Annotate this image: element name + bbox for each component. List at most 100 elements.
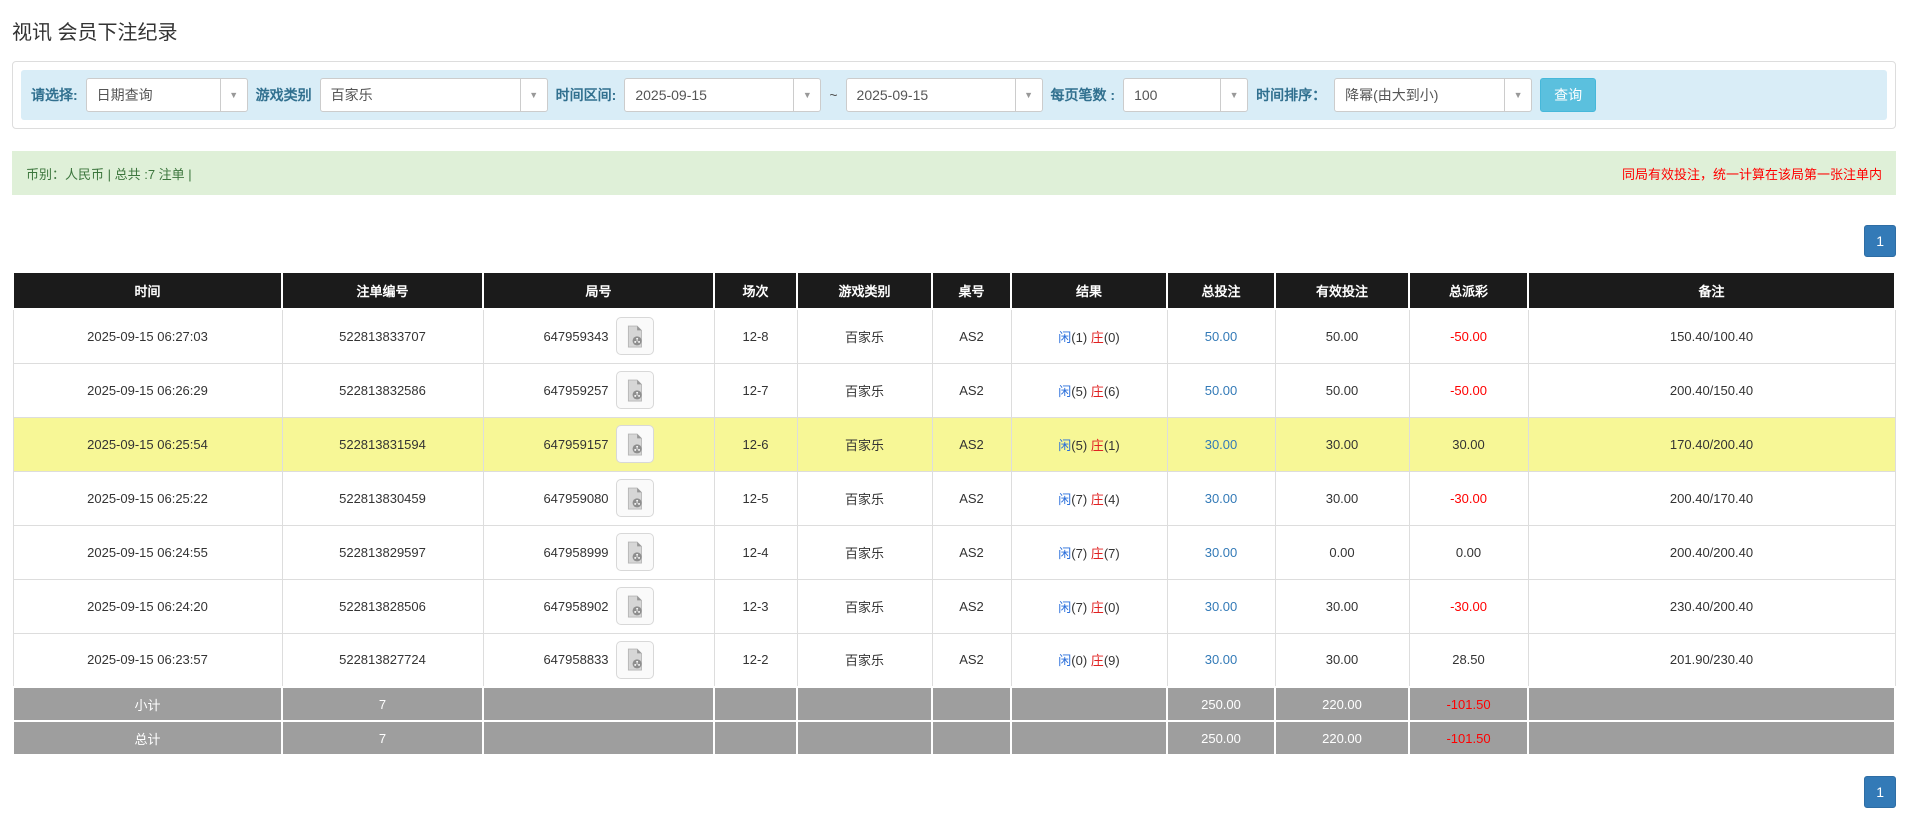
round-id: 647958902: [543, 598, 609, 614]
empty-cell: [482, 686, 715, 722]
summary-valid-bet: 220.00: [1274, 720, 1410, 756]
search-button[interactable]: 查询: [1540, 78, 1597, 112]
banker-score: (9): [1103, 653, 1120, 669]
total-bet-cell[interactable]: 30.00: [1166, 632, 1276, 688]
table-no-cell: AS2: [931, 416, 1012, 472]
payout-cell: -30.00: [1408, 470, 1529, 526]
table-no-cell: AS2: [931, 578, 1012, 634]
banker-label: 庄: [1090, 599, 1104, 615]
bet-id-cell: 522813830459: [281, 470, 484, 526]
valid-bet-cell: 30.00: [1274, 470, 1410, 526]
summary-count: 7: [281, 686, 484, 722]
video-replay-button[interactable]: [615, 371, 654, 409]
game-type-select[interactable]: 百家乐 ▼: [319, 78, 548, 112]
game-type-cell: 百家乐: [796, 524, 933, 580]
empty-cell: [713, 686, 798, 722]
total-bet-cell[interactable]: 30.00: [1166, 416, 1276, 472]
video-replay-button[interactable]: [615, 317, 654, 356]
bet-id-cell: 522813828506: [281, 578, 484, 634]
banker-score: (6): [1103, 383, 1120, 399]
payout-cell: -30.00: [1408, 578, 1529, 634]
total-bet-cell[interactable]: 30.00: [1166, 524, 1276, 580]
column-header: 备注: [1527, 271, 1896, 310]
game-type-value: 百家乐: [330, 87, 373, 103]
page-1-button[interactable]: 1: [1864, 776, 1896, 808]
summary-total-bet: 250.00: [1166, 720, 1276, 756]
payout-cell: 28.50: [1408, 632, 1529, 688]
valid-bet-cell: 0.00: [1274, 524, 1410, 580]
table-row: 2025-09-15 06:23:57 522813827724 647958833…: [12, 632, 1896, 688]
summary-payout: -101.50: [1408, 720, 1529, 756]
round-id-cell: 647958833: [482, 632, 715, 688]
player-label: 闲: [1058, 491, 1072, 507]
time-cell: 2025-09-15 06:26:29: [12, 362, 283, 418]
query-type-select[interactable]: 日期查询 ▼: [85, 78, 248, 112]
valid-bet-cell: 30.00: [1274, 632, 1410, 688]
film-file-icon: [627, 541, 642, 563]
valid-bet-cell: 50.00: [1274, 308, 1410, 364]
table-row: 2025-09-15 06:24:20 522813828506 647958902…: [12, 578, 1896, 634]
round-id-group: 647959343: [543, 317, 654, 356]
empty-cell: [1527, 686, 1896, 722]
table-header: 时间 注单编号 局号 场次 游戏类别 桌号 结果 总投注 有效投注 总派彩 备注: [12, 271, 1896, 310]
date-to-value: 2025-09-15: [856, 87, 929, 103]
range-separator: ~: [829, 87, 838, 103]
banker-score: (4): [1103, 491, 1120, 507]
time-cell: 2025-09-15 06:23:57: [12, 632, 283, 688]
chevron-down-icon: ▼: [219, 79, 247, 111]
empty-cell: [482, 720, 715, 756]
date-to-select[interactable]: 2025-09-15 ▼: [845, 78, 1043, 112]
time-sort-select[interactable]: 降幂(由大到小) ▼: [1334, 78, 1533, 112]
empty-cell: [796, 686, 933, 722]
video-replay-button[interactable]: [615, 640, 654, 679]
bet-id-cell: 522813827724: [281, 632, 484, 688]
video-replay-button[interactable]: [615, 533, 654, 571]
total-bet-cell[interactable]: 50.00: [1166, 308, 1276, 364]
summary-payout: -101.50: [1408, 686, 1529, 722]
banker-label: 庄: [1090, 437, 1104, 453]
game-type-cell: 百家乐: [796, 308, 933, 364]
round-id-group: 647958833: [543, 640, 654, 679]
page-size-label: 每页笔数 :: [1050, 87, 1116, 103]
game-type-cell: 百家乐: [796, 362, 933, 418]
round-id-group: 647959080: [543, 479, 654, 517]
round-id-cell: 647958902: [482, 578, 715, 634]
page-size-select[interactable]: 100 ▼: [1123, 78, 1249, 112]
film-file-icon: [627, 487, 642, 509]
summary-total-bet: 250.00: [1166, 686, 1276, 722]
time-cell: 2025-09-15 06:25:22: [12, 470, 283, 526]
empty-cell: [796, 720, 933, 756]
round-id-group: 647958999: [543, 533, 654, 571]
total-bet-cell[interactable]: 30.00: [1166, 470, 1276, 526]
player-label: 闲: [1058, 437, 1072, 453]
page-1-button[interactable]: 1: [1864, 225, 1896, 257]
column-header: 结果: [1010, 271, 1168, 310]
banker-label: 庄: [1090, 545, 1104, 561]
table-row: 2025-09-15 06:25:54 522813831594 647959157…: [12, 416, 1896, 472]
note-cell: 150.40/100.40: [1527, 308, 1896, 364]
session-cell: 12-6: [713, 416, 798, 472]
chevron-down-icon: ▼: [1220, 79, 1248, 111]
film-file-icon: [627, 648, 642, 671]
total-bet-cell[interactable]: 30.00: [1166, 578, 1276, 634]
player-score: (0): [1071, 653, 1091, 669]
payout-cell: 0.00: [1408, 524, 1529, 580]
summary-row: 总计 7 250.00 220.00 -101.50: [12, 720, 1896, 756]
bet-id-cell: 522813833707: [281, 308, 484, 364]
total-bet-cell[interactable]: 50.00: [1166, 362, 1276, 418]
column-header: 总投注: [1166, 271, 1276, 310]
bet-id-cell: 522813832586: [281, 362, 484, 418]
round-id-cell: 647959257: [482, 362, 715, 418]
summary-bar: 币别：人民币 | 总共 :7 注单 | 同局有效投注，统一计算在该局第一张注单内: [12, 151, 1896, 195]
result-cell: 闲(5) 庄(6): [1010, 362, 1168, 418]
table-row: 2025-09-15 06:25:22 522813830459 647959080…: [12, 470, 1896, 526]
player-label: 闲: [1058, 599, 1072, 615]
film-file-icon: [627, 325, 642, 348]
time-sort-value: 降幂(由大到小): [1345, 87, 1439, 103]
video-replay-button[interactable]: [615, 425, 654, 463]
date-from-select[interactable]: 2025-09-15 ▼: [624, 78, 822, 112]
valid-bet-cell: 30.00: [1274, 578, 1410, 634]
video-replay-button[interactable]: [615, 479, 654, 517]
video-replay-button[interactable]: [615, 587, 654, 625]
empty-cell: [1527, 720, 1896, 756]
